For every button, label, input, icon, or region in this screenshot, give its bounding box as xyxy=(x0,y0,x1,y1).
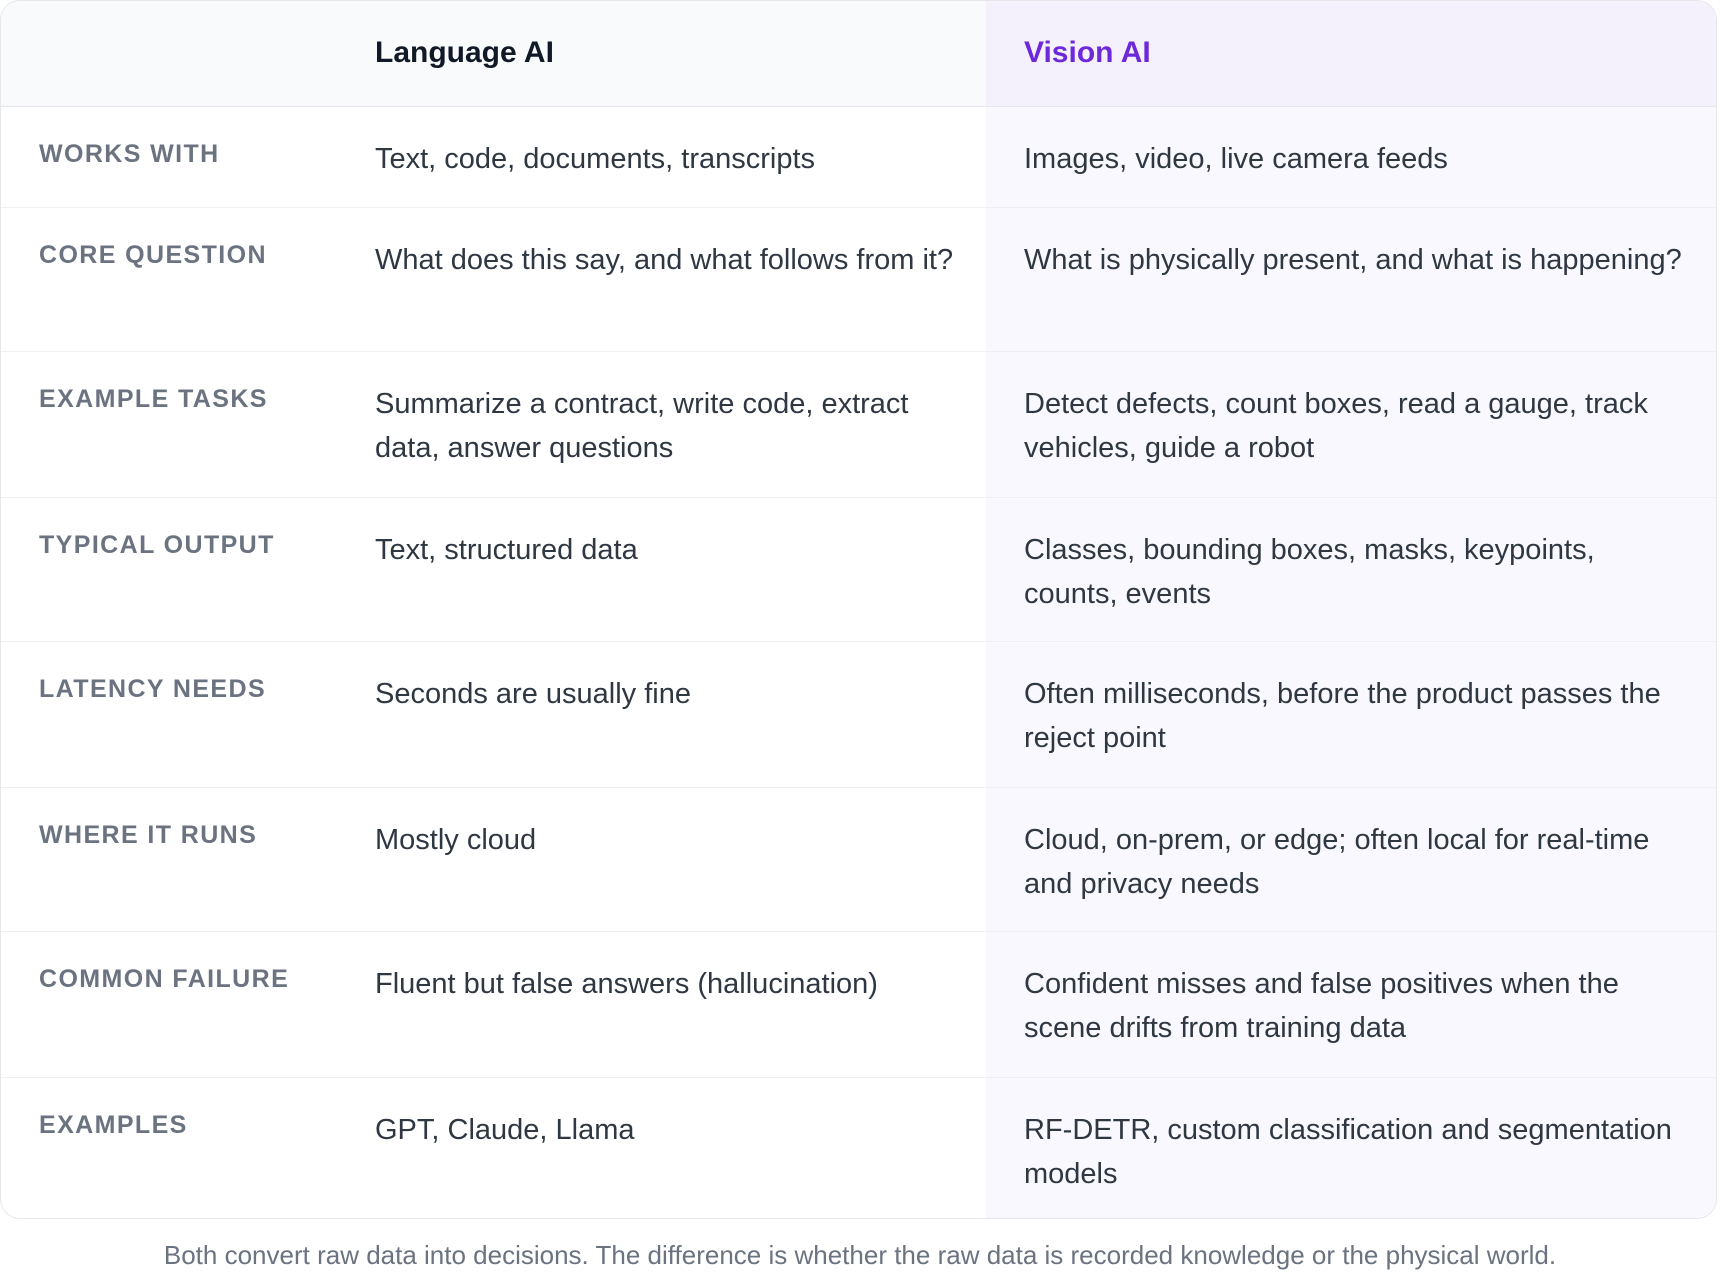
vision-cell: Classes, bounding boxes, masks, keypoint… xyxy=(986,497,1716,642)
vision-cell: What is physically present, and what is … xyxy=(986,207,1716,352)
table-row: LATENCY NEEDS Seconds are usually fine O… xyxy=(1,641,1716,788)
table-row: CORE QUESTION What does this say, and wh… xyxy=(1,207,1716,352)
row-label: EXAMPLE TASKS xyxy=(1,351,337,498)
table-row: EXAMPLE TASKS Summarize a contract, writ… xyxy=(1,351,1716,498)
language-cell: What does this say, and what follows fro… xyxy=(337,207,986,352)
vision-cell: Detect defects, count boxes, read a gaug… xyxy=(986,351,1716,498)
row-label: EXAMPLES xyxy=(39,1110,188,1139)
row-label: LATENCY NEEDS xyxy=(1,641,337,788)
language-cell: Mostly cloud xyxy=(337,787,986,932)
language-cell: Seconds are usually fine xyxy=(337,641,986,788)
vision-cell: Confident misses and false positives whe… xyxy=(986,931,1716,1078)
language-cell: Fluent but false answers (hallucination) xyxy=(337,931,986,1078)
page: Language AI Vision AI WORKS WITH Text, c… xyxy=(0,0,1720,1274)
row-label: TYPICAL OUTPUT xyxy=(1,497,337,642)
vision-cell: Cloud, on-prem, or edge; often local for… xyxy=(986,787,1716,932)
row-label: COMMON FAILURE xyxy=(1,931,337,1078)
table-header-row: Language AI Vision AI xyxy=(1,1,1716,107)
table-row: EXAMPLES GPT, Claude, Llama RF-DETR, cus… xyxy=(1,1077,1716,1218)
column-header-language-ai: Language AI xyxy=(337,1,986,107)
comparison-table: Language AI Vision AI WORKS WITH Text, c… xyxy=(1,1,1716,1218)
row-label: WORKS WITH xyxy=(1,106,337,208)
language-cell: GPT, Claude, Llama xyxy=(375,1113,635,1146)
column-header-vision-ai: Vision AI xyxy=(986,1,1716,107)
vision-cell: Images, video, live camera feeds xyxy=(986,106,1716,208)
vision-cell: RF-DETR, custom classification and segme… xyxy=(1024,1113,1672,1190)
row-label: WHERE IT RUNS xyxy=(1,787,337,932)
language-cell: Summarize a contract, write code, extrac… xyxy=(337,351,986,498)
header-empty-cell xyxy=(1,1,337,107)
table-row: COMMON FAILURE Fluent but false answers … xyxy=(1,931,1716,1078)
language-cell: Text, code, documents, transcripts xyxy=(337,106,986,208)
table-row: WORKS WITH Text, code, documents, transc… xyxy=(1,106,1716,208)
language-cell: Text, structured data xyxy=(337,497,986,642)
table-row: WHERE IT RUNS Mostly cloud Cloud, on-pre… xyxy=(1,787,1716,932)
table-row: TYPICAL OUTPUT Text, structured data Cla… xyxy=(1,497,1716,642)
vision-cell: Often milliseconds, before the product p… xyxy=(986,641,1716,788)
table-caption: Both convert raw data into decisions. Th… xyxy=(163,1240,1557,1270)
row-label: CORE QUESTION xyxy=(1,207,337,352)
comparison-table-card: Language AI Vision AI WORKS WITH Text, c… xyxy=(0,0,1717,1219)
